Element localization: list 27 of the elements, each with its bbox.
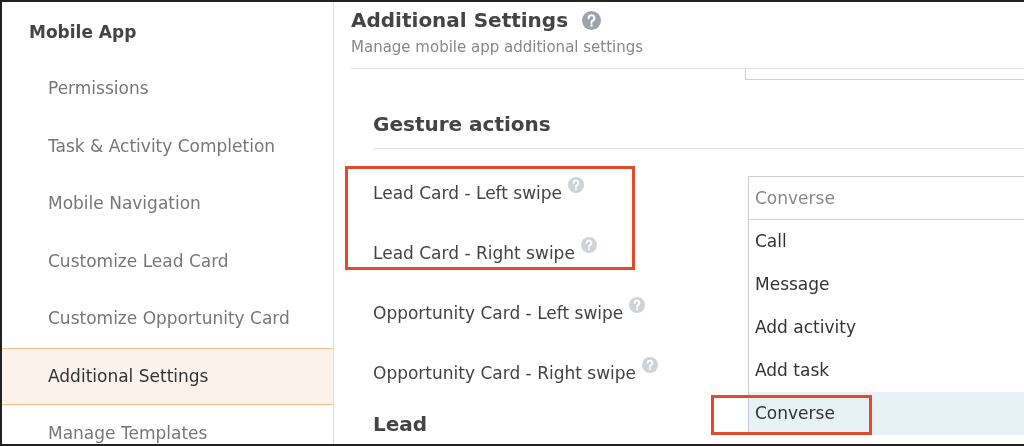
page-title: Additional Settings (351, 8, 569, 32)
dropdown-option[interactable]: Message (749, 263, 1024, 306)
sidebar-item[interactable]: Customize Opportunity Card (2, 290, 333, 347)
section-heading: Gesture actions (373, 112, 1024, 149)
sidebar-heading: Mobile App (28, 21, 138, 44)
select-field[interactable]: Converse (748, 176, 1024, 220)
help-icon[interactable] (642, 357, 659, 373)
help-icon[interactable] (582, 10, 602, 30)
dropdown-option[interactable]: Converse (749, 392, 1024, 435)
setting-label: Opportunity Card - Left swipe (373, 303, 624, 323)
dropdown-option[interactable]: Add task (749, 349, 1024, 392)
dropdown-option[interactable]: Add activity (749, 306, 1024, 349)
sidebar-item[interactable]: Permissions (2, 60, 333, 117)
sidebar-item[interactable]: Customize Lead Card (2, 232, 333, 290)
sidebar-item[interactable]: Task & Activity Completion (2, 117, 333, 175)
sidebar-item[interactable]: Manage Templates (2, 405, 333, 444)
setting-label: Lead Card - Left swipe (373, 183, 563, 203)
sidebar-item[interactable]: Mobile Navigation (2, 175, 333, 232)
help-icon[interactable] (580, 237, 597, 253)
setting-label: Lead Card - Right swipe (373, 243, 575, 263)
page-subtitle: Manage mobile app additional settings (351, 38, 645, 56)
dropdown-option[interactable]: Call (749, 220, 1024, 263)
section-heading: Lead (373, 412, 428, 436)
sidebar-item[interactable]: Additional Settings (2, 347, 333, 405)
help-icon[interactable] (568, 177, 585, 193)
setting-label: Opportunity Card - Right swipe (373, 363, 637, 383)
help-icon[interactable] (629, 297, 646, 313)
